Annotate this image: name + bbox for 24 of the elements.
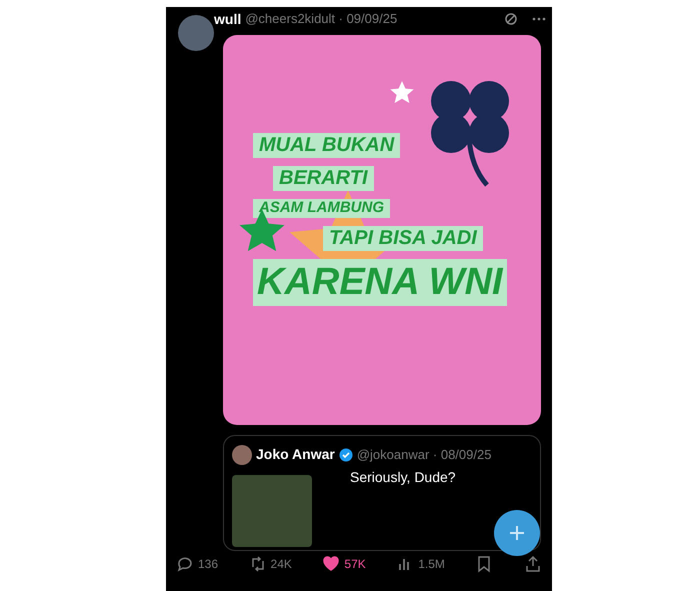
author-handle: @jokoanwar · 08/09/25: [356, 446, 492, 464]
author-handle: @cheers2kidult · 09/09/25: [245, 10, 398, 28]
author-name[interactable]: Joko Anwar: [256, 444, 335, 465]
quote-text: Seriously, Dude?: [349, 468, 456, 487]
image-text: KARENA WNI: [253, 258, 507, 306]
plus-icon: [508, 524, 526, 542]
share-button[interactable]: [524, 555, 542, 573]
avatar[interactable]: [178, 15, 214, 51]
more-icon[interactable]: [532, 17, 546, 21]
share-icon: [524, 555, 542, 573]
reply-icon: [176, 555, 194, 573]
author-name[interactable]: wull: [214, 8, 242, 30]
avatar[interactable]: [232, 444, 252, 464]
reply-button[interactable]: 136: [176, 555, 218, 573]
image-text: TAPI BISA JADI: [323, 226, 483, 251]
image-text: BERARTI: [273, 166, 374, 191]
like-button[interactable]: 57K: [322, 555, 366, 573]
star-icon: [389, 80, 415, 106]
quoted-post[interactable]: Joko Anwar @jokoanwar · 08/09/25 Seriously, Dude?: [223, 435, 541, 551]
heart-icon: [322, 555, 340, 573]
repost-button[interactable]: 24K: [248, 555, 292, 573]
image-text: MUAL BUKAN: [253, 133, 400, 158]
image-text: ASAM LAMBUNG: [253, 199, 390, 218]
views-button[interactable]: 1.5M: [396, 555, 445, 573]
